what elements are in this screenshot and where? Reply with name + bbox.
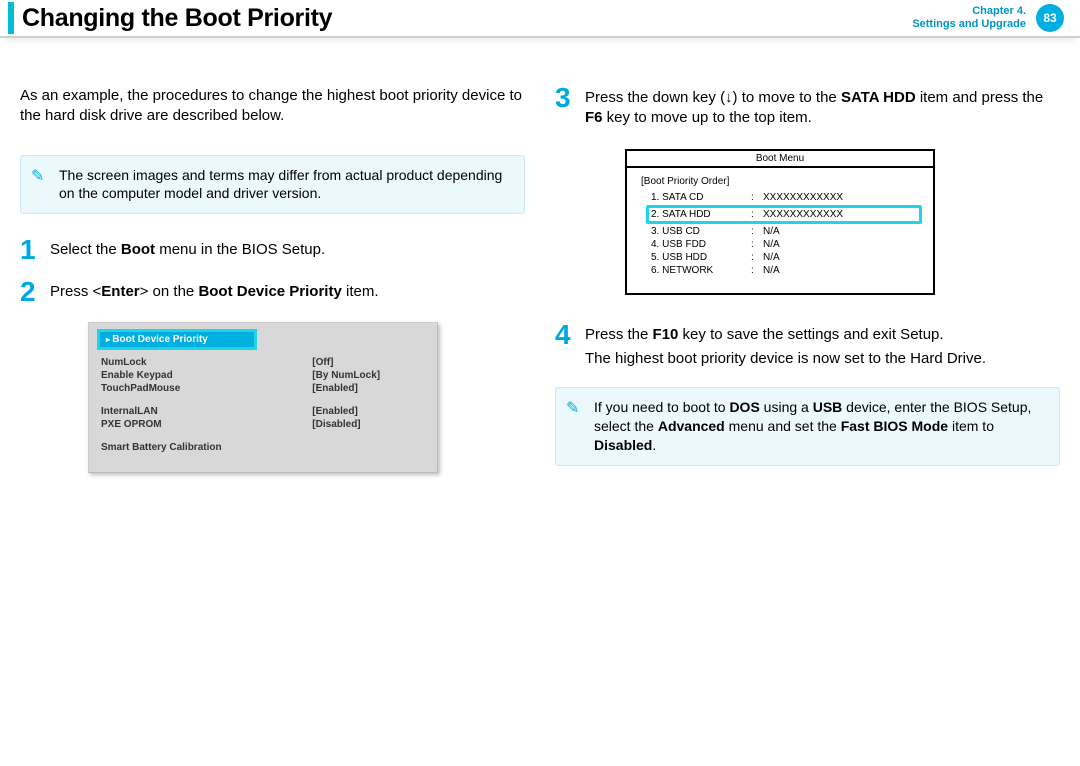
bios-value: [Disabled] — [282, 418, 429, 431]
step-bold: Boot Device Priority — [198, 283, 341, 300]
note-bold: Fast BIOS Mode — [841, 418, 948, 434]
boot-menu-row: 1. SATA CD:XXXXXXXXXXXX — [649, 191, 919, 204]
boot-menu-row: 5. USB HDD:N/A — [649, 251, 919, 264]
boot-value: N/A — [763, 252, 780, 263]
step-text: key to move up to the top item. — [603, 109, 812, 126]
boot-key: 4. USB FDD — [651, 239, 751, 250]
bios-value — [282, 441, 429, 454]
right-column: 3 Press the down key (↓) to move to the … — [555, 86, 1060, 490]
note-fragment: If you need to boot to — [594, 399, 729, 415]
bios-value: [Off] — [282, 356, 429, 369]
boot-key: 6. NETWORK — [651, 265, 751, 276]
step-text: menu in the BIOS Setup. — [155, 241, 325, 258]
note-text: The screen images and terms may differ f… — [59, 167, 502, 202]
boot-value: N/A — [763, 265, 780, 276]
note-fragment: . — [652, 437, 656, 453]
step-bold: SATA HDD — [841, 89, 916, 106]
chapter-text: Chapter 4. Settings and Upgrade — [912, 5, 1026, 31]
note-text: If you need to boot to DOS using a USB d… — [594, 399, 1031, 453]
boot-menu-row: 6. NETWORK:N/A — [649, 264, 919, 277]
boot-value: N/A — [763, 239, 780, 250]
boot-key: 3. USB CD — [651, 226, 751, 237]
step-1: 1 Select the Boot menu in the BIOS Setup… — [20, 238, 525, 262]
step-text: Press the — [585, 326, 653, 343]
bios-key: InternalLAN — [97, 405, 282, 418]
boot-key: 1. SATA CD — [651, 192, 751, 203]
bios-value: [Enabled] — [282, 382, 429, 395]
note-bold: DOS — [729, 399, 759, 415]
step-number: 3 — [555, 86, 575, 110]
bios-settings-table: NumLock[Off] Enable Keypad[By NumLock] T… — [97, 356, 429, 454]
bios-row: Enable Keypad[By NumLock] — [97, 369, 429, 382]
boot-value: XXXXXXXXXXXX — [763, 209, 843, 220]
note-box: ✎ The screen images and terms may differ… — [20, 155, 525, 215]
bios-row: InternalLAN[Enabled] — [97, 405, 429, 418]
bios-key: TouchPadMouse — [97, 382, 282, 395]
step-text: key to save the settings and exit Setup. — [678, 326, 943, 343]
note-fragment: using a — [760, 399, 813, 415]
step-text: The highest boot priority device is now … — [585, 349, 1060, 369]
accent-bar — [8, 2, 14, 34]
note-box: ✎ If you need to boot to DOS using a USB… — [555, 387, 1060, 466]
bios-selected-item: Boot Device Priority — [97, 329, 257, 350]
boot-menu-row: 3. USB CD:N/A — [649, 225, 919, 238]
note-fragment: menu and set the — [725, 418, 841, 434]
note-bold: Advanced — [658, 418, 725, 434]
boot-key: 2. SATA HDD — [651, 209, 751, 220]
bios-row: TouchPadMouse[Enabled] — [97, 382, 429, 395]
step-2: 2 Press <Enter> on the Boot Device Prior… — [20, 280, 525, 304]
step-text: Select the — [50, 241, 121, 258]
page-title: Changing the Boot Priority — [22, 4, 332, 33]
note-bold: USB — [813, 399, 843, 415]
chapter-line2: Settings and Upgrade — [912, 18, 1026, 31]
step-3: 3 Press the down key (↓) to move to the … — [555, 86, 1060, 129]
step-body: Press the down key (↓) to move to the SA… — [585, 86, 1060, 129]
step-number: 1 — [20, 238, 40, 262]
boot-menu-title: Boot Menu — [627, 151, 933, 168]
bios-value: [Enabled] — [282, 405, 429, 418]
note-fragment: item to — [948, 418, 994, 434]
intro-paragraph: As an example, the procedures to change … — [20, 86, 525, 127]
bios-key: NumLock — [97, 356, 282, 369]
boot-value: XXXXXXXXXXXX — [763, 192, 843, 203]
bios-key: Smart Battery Calibration — [97, 441, 282, 454]
page-number-badge: 83 — [1036, 4, 1064, 32]
bios-row: Smart Battery Calibration — [97, 441, 429, 454]
step-number: 4 — [555, 323, 575, 347]
step-body: Press the F10 key to save the settings a… — [585, 323, 1060, 370]
step-text: Press the down key (↓) to move to the — [585, 89, 841, 106]
step-bold: F10 — [653, 326, 679, 343]
step-bold: F6 — [585, 109, 603, 126]
bios-value: [By NumLock] — [282, 369, 429, 382]
step-text: Press < — [50, 283, 101, 300]
left-column: As an example, the procedures to change … — [20, 86, 525, 490]
step-bold: Boot — [121, 241, 155, 258]
boot-menu-subtitle: [Boot Priority Order] — [641, 176, 729, 187]
note-bold: Disabled — [594, 437, 652, 453]
page-header: Changing the Boot Priority Chapter 4. Se… — [0, 0, 1080, 38]
boot-value: N/A — [763, 226, 780, 237]
bios-key: Enable Keypad — [97, 369, 282, 382]
step-4: 4 Press the F10 key to save the settings… — [555, 323, 1060, 370]
bios-row: PXE OPROM[Disabled] — [97, 418, 429, 431]
step-text: item and press the — [916, 89, 1044, 106]
note-icon: ✎ — [31, 166, 44, 188]
step-bold: Enter — [101, 283, 139, 300]
boot-key: 5. USB HDD — [651, 252, 751, 263]
boot-menu-row-highlight: 2. SATA HDD:XXXXXXXXXXXX — [646, 205, 922, 224]
chapter-info: Chapter 4. Settings and Upgrade 83 — [912, 4, 1064, 32]
chapter-line1: Chapter 4. — [912, 5, 1026, 18]
step-text: > on the — [140, 283, 199, 300]
note-icon: ✎ — [566, 398, 579, 420]
boot-menu-row: 4. USB FDD:N/A — [649, 238, 919, 251]
boot-menu-panel: Boot Menu [Boot Priority Order] 1. SATA … — [625, 149, 935, 295]
bios-row: NumLock[Off] — [97, 356, 429, 369]
bios-key: PXE OPROM — [97, 418, 282, 431]
step-body: Press <Enter> on the Boot Device Priorit… — [50, 280, 525, 302]
step-text: item. — [342, 283, 379, 300]
step-number: 2 — [20, 280, 40, 304]
bios-setup-panel: Boot Device Priority NumLock[Off] Enable… — [88, 322, 438, 473]
boot-menu-list: 1. SATA CD:XXXXXXXXXXXX 2. SATA HDD:XXXX… — [641, 191, 919, 277]
step-body: Select the Boot menu in the BIOS Setup. — [50, 238, 525, 260]
